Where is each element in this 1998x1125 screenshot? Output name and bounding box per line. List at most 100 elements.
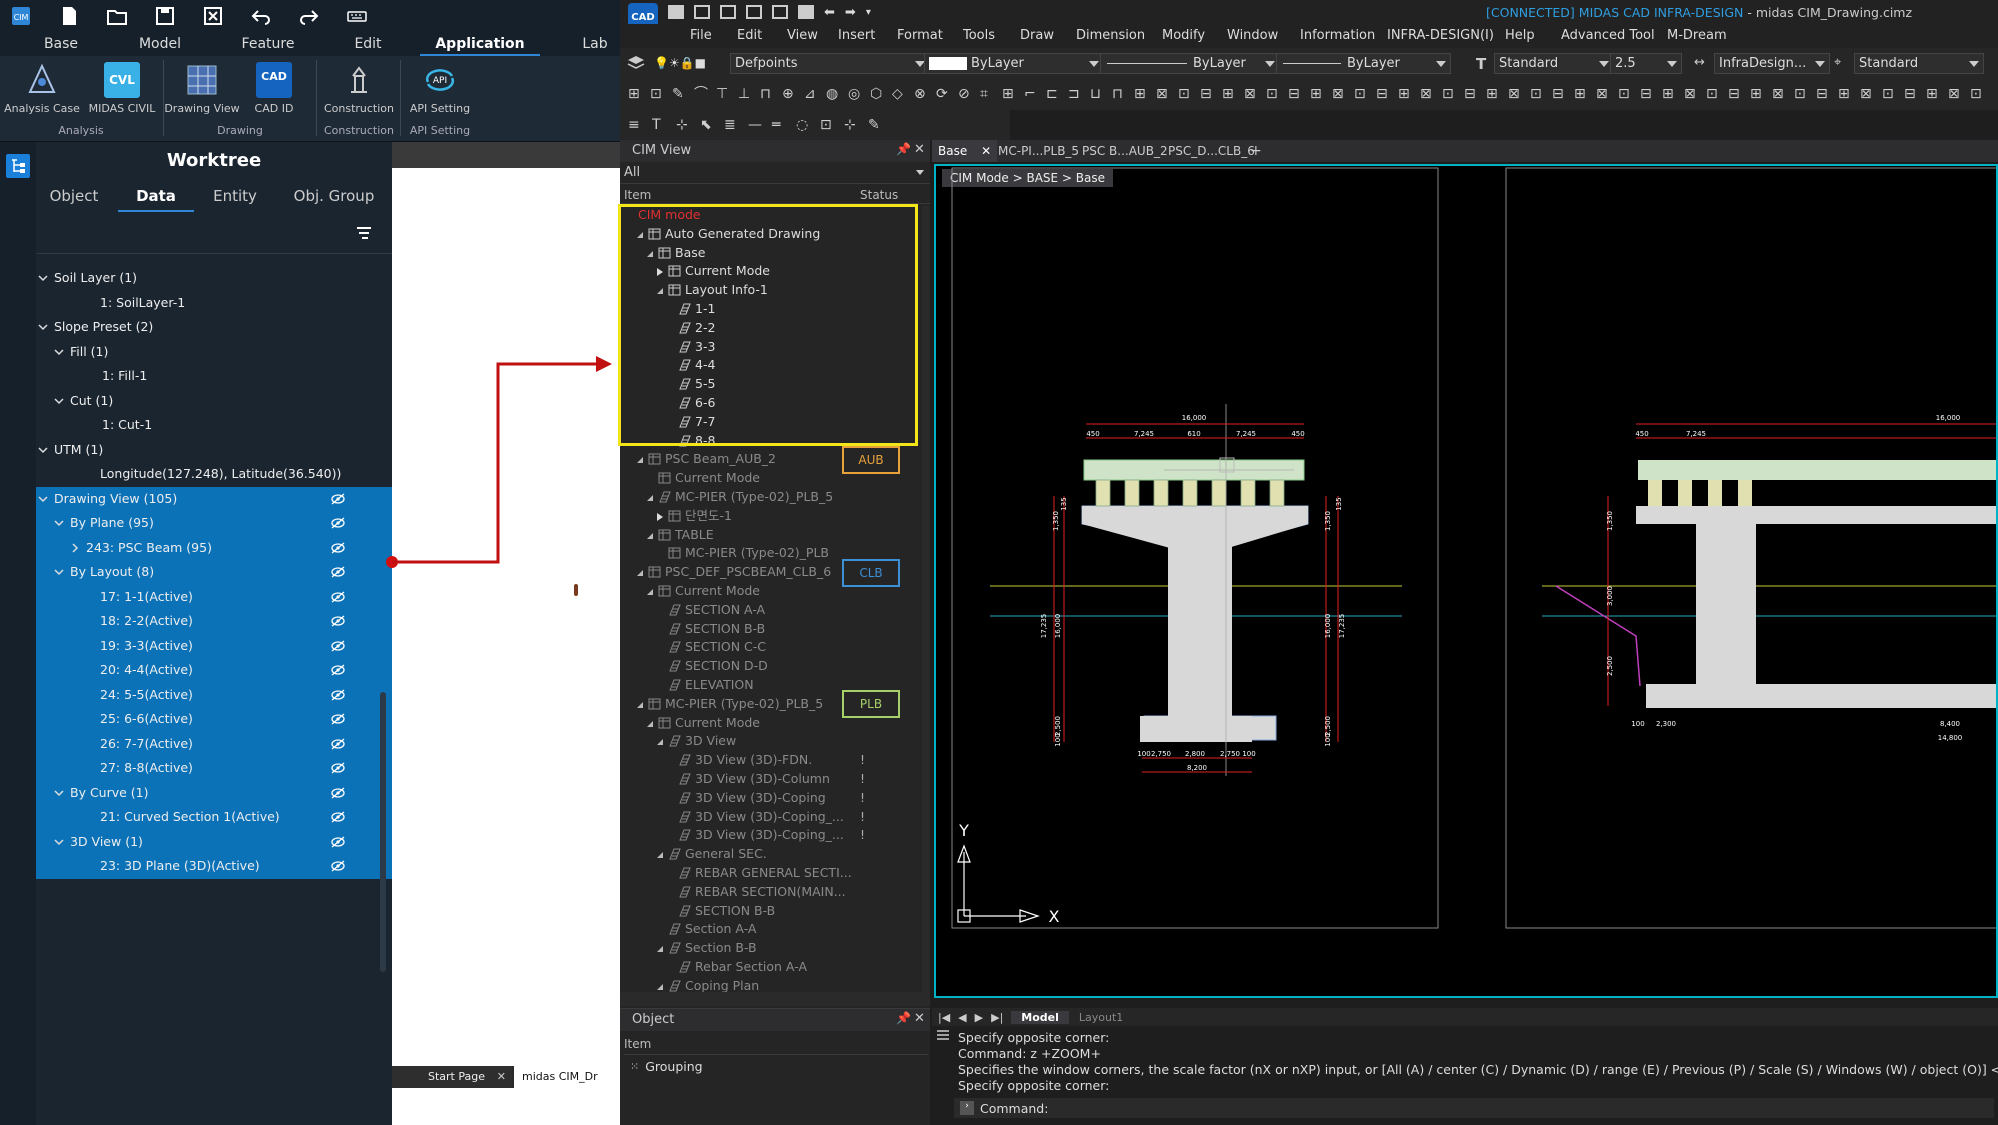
visibility-off-icon[interactable] xyxy=(330,639,346,653)
toolbar-tool-icon[interactable]: ⊟ xyxy=(1288,85,1306,103)
cim-tree-row[interactable]: SECTION A-A xyxy=(620,601,920,620)
visibility-off-icon[interactable] xyxy=(330,761,346,775)
cim-tree-row[interactable]: Coping Plan xyxy=(620,977,920,992)
toolbar-tool-icon[interactable]: ⊓ xyxy=(760,85,778,103)
toolbar-tool-icon[interactable]: ⊡ xyxy=(1530,85,1548,103)
tree-row[interactable]: 26: 7-7(Active) xyxy=(36,731,392,756)
tab-edit[interactable]: Edit xyxy=(330,32,406,56)
tab-psc-beam-aub[interactable]: PSC B...AUB_2 xyxy=(1076,140,1174,162)
tree-row[interactable]: Longitude(127.248), Latitude(36.540)) xyxy=(36,462,392,487)
close-icon[interactable]: ✕ xyxy=(914,1011,925,1026)
close-icon[interactable]: ✕ xyxy=(981,144,991,158)
chevron-down-icon[interactable]: ▾ xyxy=(866,7,871,18)
open-folder-icon[interactable] xyxy=(106,5,128,27)
tree-row[interactable]: 18: 2-2(Active) xyxy=(36,609,392,634)
visibility-off-icon[interactable] xyxy=(330,590,346,604)
toolbar-tool-icon[interactable]: ⊟ xyxy=(1728,85,1746,103)
tab-model[interactable]: Model xyxy=(122,32,198,56)
next-layout-icon[interactable]: ▶ xyxy=(975,1011,983,1024)
toolbar-tool-icon[interactable]: ⊥ xyxy=(738,85,756,103)
tree-row[interactable]: By Plane (95) xyxy=(36,511,392,536)
menu-window[interactable]: Window xyxy=(1227,28,1278,43)
cim-tree-row[interactable]: Section B-B xyxy=(620,939,920,958)
toolbar-tool-icon[interactable]: ⊠ xyxy=(1420,85,1438,103)
table-style-select[interactable]: Standard xyxy=(1854,53,1984,74)
expand-open-icon[interactable] xyxy=(656,738,664,746)
tab-base[interactable]: Base xyxy=(0,32,122,56)
expand-open-icon[interactable] xyxy=(656,945,664,953)
cim-tree-row[interactable]: 3D View (3D)-Coping! xyxy=(620,789,920,808)
visibility-off-icon[interactable] xyxy=(330,737,346,751)
toolbar-tool-icon[interactable]: ≣ xyxy=(724,116,742,134)
tab-midas-cim[interactable]: midas CIM_Dr xyxy=(514,1066,620,1088)
toolbar-tool-icon[interactable]: ⊏ xyxy=(1046,85,1064,103)
cim-tree-row[interactable]: 3D View xyxy=(620,732,920,751)
menu-draw[interactable]: Draw xyxy=(1020,28,1054,43)
toolbar-tool-icon[interactable]: ⊞ xyxy=(1222,85,1240,103)
toolbar-tool-icon[interactable]: ✎ xyxy=(868,116,886,134)
expand-open-icon[interactable] xyxy=(636,456,644,464)
visibility-off-icon[interactable] xyxy=(330,541,346,555)
toolbar-tool-icon[interactable]: ⊠ xyxy=(1508,85,1526,103)
menu-modify[interactable]: Modify xyxy=(1162,28,1205,43)
tab-layout1[interactable]: Layout1 xyxy=(1069,1011,1133,1024)
cim-tree-row[interactable]: REBAR SECTION(MAIN... xyxy=(620,883,920,902)
expand-open-icon[interactable] xyxy=(646,494,654,502)
toolbar-tool-icon[interactable]: ◎ xyxy=(848,85,866,103)
toolbar-tool-icon[interactable]: ⊟ xyxy=(1200,85,1218,103)
tab-feature[interactable]: Feature xyxy=(218,32,318,56)
menu-m-dream[interactable]: M-Dream xyxy=(1667,28,1727,43)
tree-row[interactable]: 20: 4-4(Active) xyxy=(36,658,392,683)
tab-mc-pier[interactable]: MC-PI...PLB_5 xyxy=(992,140,1085,162)
cim-view-scrollbar[interactable] xyxy=(922,206,930,992)
toolbar-tool-icon[interactable]: ⊟ xyxy=(1376,85,1394,103)
toolbar-tool-icon[interactable]: ⊔ xyxy=(1090,85,1108,103)
toolbar-tool-icon[interactable]: ⊞ xyxy=(1002,85,1020,103)
toolbar-tool-icon[interactable]: ⊡ xyxy=(1354,85,1372,103)
tab-application[interactable]: Application xyxy=(420,32,540,56)
layer-select[interactable]: Defpoints xyxy=(730,53,930,74)
model-canvas[interactable]: CIM Mode > BASE > Base 16,000 450 7,245 610… xyxy=(934,164,1998,998)
grouping-row[interactable]: ⁙ Grouping xyxy=(630,1059,703,1074)
print-icon[interactable] xyxy=(746,5,762,19)
cim-tree-row[interactable]: SECTION D-D xyxy=(620,657,920,676)
menu-help[interactable]: Help xyxy=(1505,28,1535,43)
tab-model-space[interactable]: Model xyxy=(1011,1010,1069,1024)
redo-icon[interactable]: ➡ xyxy=(845,5,856,20)
tree-row[interactable]: Cut (1) xyxy=(36,389,392,414)
tab-obj-group[interactable]: Obj. Group xyxy=(274,182,394,212)
command-input[interactable]: › Command: xyxy=(954,1098,1994,1118)
tab-object[interactable]: Object xyxy=(40,182,108,212)
cim-tree-row[interactable]: General SEC. xyxy=(620,845,920,864)
toolbar-tool-icon[interactable]: ⊠ xyxy=(1772,85,1790,103)
expand-open-icon[interactable] xyxy=(646,588,654,596)
toolbar-tool-icon[interactable]: ⊠ xyxy=(1860,85,1878,103)
table-style-icon[interactable]: ⌖ xyxy=(1834,55,1841,70)
tree-row[interactable]: By Curve (1) xyxy=(36,780,392,805)
tree-row[interactable]: Slope Preset (2) xyxy=(36,315,392,340)
expand-open-icon[interactable] xyxy=(636,569,644,577)
dim-style-select[interactable]: InfraDesign... xyxy=(1714,53,1830,74)
layer-state-icons[interactable]: 💡☀🔒■ xyxy=(654,56,706,70)
toolbar-tool-icon[interactable]: ⊞ xyxy=(1134,85,1152,103)
toolbar-tool-icon[interactable]: ⊐ xyxy=(1068,85,1086,103)
toolbar-tool-icon[interactable]: ⊡ xyxy=(1618,85,1636,103)
toolbar-tool-icon[interactable]: ⊡ xyxy=(1882,85,1900,103)
color-select[interactable]: ByLayer xyxy=(924,53,1104,74)
cim-tree-row[interactable]: Section A-A xyxy=(620,920,920,939)
toolbar-tool-icon[interactable]: ═ xyxy=(772,116,790,134)
chevron-right-icon[interactable] xyxy=(70,542,80,553)
chevron-down-icon[interactable] xyxy=(54,567,64,577)
cim-view-filter[interactable]: All xyxy=(620,162,930,184)
toolbar-tool-icon[interactable]: ⊡ xyxy=(820,116,838,134)
tab-lab[interactable]: Lab xyxy=(570,32,620,56)
tree-row[interactable]: 243: PSC Beam (95) xyxy=(36,535,392,560)
tree-row[interactable]: 24: 5-5(Active) xyxy=(36,682,392,707)
tree-row[interactable]: 3D View (1) xyxy=(36,829,392,854)
cim-tree-row[interactable]: 단면도-1 xyxy=(620,507,920,526)
tree-row[interactable]: Fill (1) xyxy=(36,340,392,365)
plot-icon[interactable] xyxy=(772,5,788,19)
toolbar-tool-icon[interactable]: ⊓ xyxy=(1112,85,1130,103)
command-menu-icon[interactable] xyxy=(936,1030,950,1040)
keyboard-icon[interactable] xyxy=(346,5,368,27)
